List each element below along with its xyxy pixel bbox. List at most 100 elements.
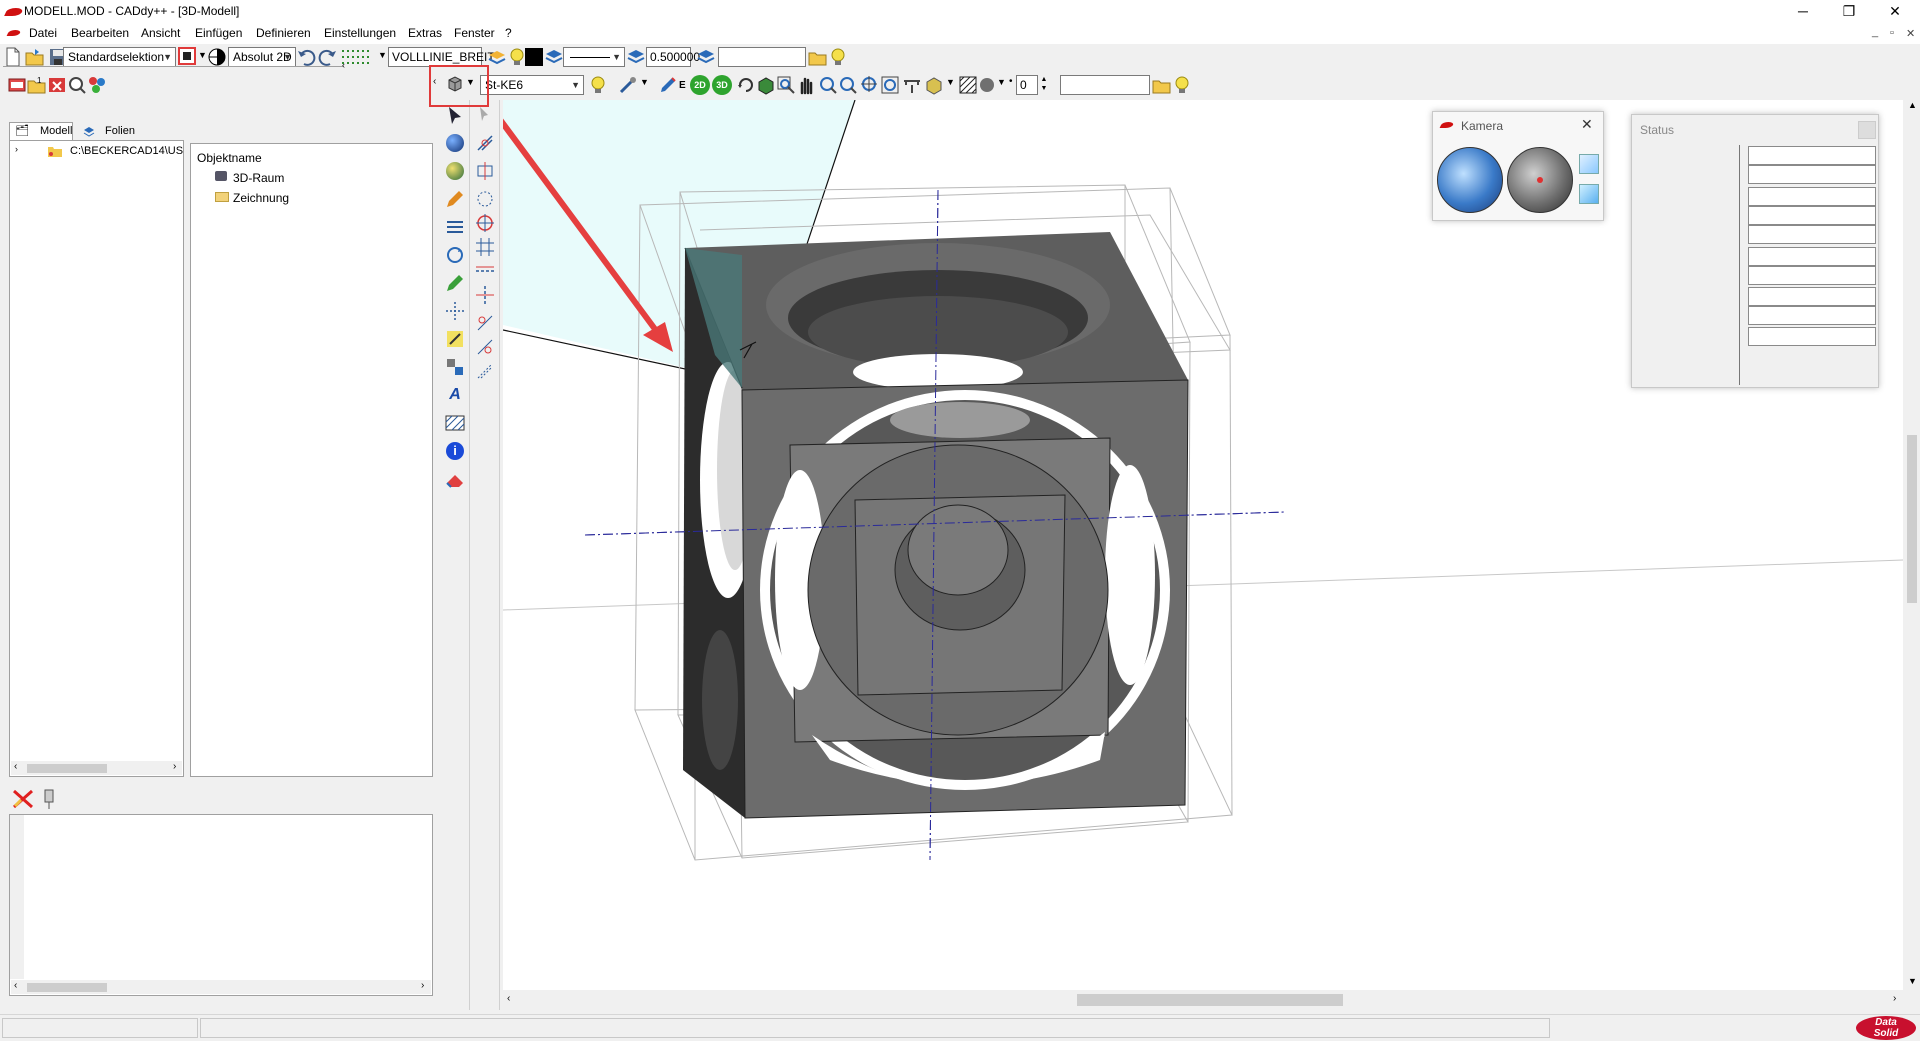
delete-x-icon[interactable] (11, 788, 35, 810)
zoom-extents-icon[interactable] (880, 75, 900, 95)
chevron-down-icon[interactable]: ▼ (997, 77, 1006, 87)
measure-icon[interactable] (902, 75, 922, 95)
folder-layers-icon[interactable] (1152, 75, 1172, 95)
object-list[interactable]: Objektname 3D-Raum Zeichnung (190, 143, 433, 777)
rectangle-tool-icon[interactable] (474, 160, 496, 182)
mdi-close-button[interactable]: ✕ (1906, 27, 1915, 40)
menu-bearbeiten[interactable]: Bearbeiten (69, 26, 131, 40)
menu-definieren[interactable]: Definieren (254, 26, 313, 40)
zoom-out-icon[interactable] (838, 75, 858, 95)
folder-layers-icon[interactable] (808, 47, 828, 67)
search-model-icon[interactable] (67, 75, 87, 95)
text-tool-icon[interactable]: A (444, 384, 466, 406)
menu-ansicht[interactable]: Ansicht (139, 26, 182, 40)
zoom-in-icon[interactable] (818, 75, 838, 95)
properties-horizontal-scrollbar[interactable]: ‹ › (11, 980, 431, 994)
crosshair-circle-icon[interactable] (474, 212, 496, 234)
list-item[interactable]: 3D-Raum (233, 171, 284, 185)
scroll-left-icon[interactable]: ‹ (507, 993, 510, 1004)
tree-root-label[interactable]: C:\BECKERCAD14\US (70, 145, 183, 157)
view-cube-icon[interactable] (756, 75, 776, 95)
mdi-restore-button[interactable]: ▫ (1890, 27, 1894, 39)
tab-folien[interactable]: Folien (81, 123, 137, 140)
horizontal-line-icon[interactable] (474, 260, 496, 282)
snap-icon[interactable] (618, 75, 638, 95)
close-icon[interactable]: ✕ (1581, 116, 1593, 133)
model-tree[interactable]: › C:\BECKERCAD14\US ‹ › (9, 140, 184, 777)
chevron-down-icon[interactable]: ▼ (640, 77, 649, 87)
status-window-button[interactable] (1858, 121, 1876, 139)
line-width-icon[interactable] (626, 47, 646, 67)
line-style-select[interactable]: ▼ (563, 47, 625, 67)
panel-splitter[interactable] (3, 66, 343, 70)
coord-mode-select[interactable]: Absolut 2D ▼ (228, 47, 296, 67)
zoom-window-icon[interactable] (776, 75, 796, 95)
scroll-thumb[interactable] (27, 983, 107, 992)
view-cube-small-icon[interactable] (1579, 154, 1599, 174)
properties-icon[interactable] (87, 75, 107, 95)
orbit-sphere-icon[interactable] (1507, 147, 1573, 213)
selection-filter-button[interactable] (178, 47, 196, 65)
scroll-right-icon[interactable]: › (1893, 993, 1896, 1004)
circle-tool-icon[interactable] (474, 188, 496, 210)
delete-model-icon[interactable] (47, 75, 67, 95)
open-folder-icon[interactable] (25, 47, 45, 67)
line-type-field[interactable]: VOLLLINIE_BREIT (388, 47, 495, 67)
material-select[interactable]: St-KE6 ▼ (480, 75, 584, 95)
close-button[interactable]: ✕ (1872, 0, 1918, 24)
hatch-pattern-icon[interactable] (958, 75, 978, 95)
scroll-thumb[interactable] (1077, 994, 1343, 1006)
fillet-tool-icon[interactable] (474, 312, 496, 334)
scroll-down-icon[interactable]: ▼ (1908, 976, 1917, 986)
viewport-horizontal-scrollbar[interactable]: ‹ › (503, 990, 1903, 1010)
scroll-thumb[interactable] (27, 764, 107, 773)
minimize-button[interactable]: ─ (1780, 0, 1826, 24)
coordinate-system-icon[interactable] (207, 47, 227, 67)
hatch-tool-icon[interactable] (444, 412, 466, 434)
bulb-icon[interactable] (507, 47, 527, 67)
chevron-right-icon[interactable]: › (15, 144, 18, 154)
scroll-left-icon[interactable]: ‹ (14, 761, 17, 772)
view-cube-small-icon[interactable] (1579, 184, 1599, 204)
shading-sphere-icon[interactable] (980, 78, 994, 92)
view-2d-icon[interactable]: 2D (690, 75, 710, 95)
parallel-line-icon[interactable] (474, 132, 496, 154)
rotate-tool-icon[interactable] (444, 244, 466, 266)
layer-blue-icon[interactable] (696, 47, 716, 67)
mdi-minimize-button[interactable]: _ (1872, 26, 1878, 38)
restore-button[interactable]: ❐ (1826, 0, 1872, 24)
list-item[interactable]: Zeichnung (233, 191, 289, 205)
pin-icon[interactable] (40, 788, 58, 810)
chevron-down-icon[interactable]: ▼ (946, 77, 955, 87)
dimension-yellow-icon[interactable] (444, 328, 466, 350)
menu-extras[interactable]: Extras (406, 26, 444, 40)
layer-blue-icon[interactable] (544, 47, 564, 67)
layer-field[interactable] (718, 47, 806, 67)
light-icon[interactable] (588, 75, 608, 95)
view-3d-icon[interactable]: 3D (712, 75, 732, 95)
select-arrow-icon[interactable] (444, 104, 466, 126)
info-icon[interactable]: i (444, 440, 466, 462)
tab-modell[interactable]: 🗂 Modell (9, 122, 73, 140)
menu-datei[interactable]: Datei (27, 26, 59, 40)
attribute-tool-icon[interactable] (444, 356, 466, 378)
menu-einstellungen[interactable]: Einstellungen (322, 26, 398, 40)
folder-icon[interactable]: 1 (27, 75, 47, 95)
orbit-globe-icon[interactable] (1437, 147, 1503, 213)
eraser-icon[interactable] (444, 468, 466, 490)
modify-tool-icon[interactable] (444, 216, 466, 238)
menu-help[interactable]: ? (503, 26, 514, 40)
chamfer-tool-icon[interactable] (474, 336, 496, 358)
bulb-icon[interactable] (828, 47, 848, 67)
chevron-down-icon[interactable]: ▼ (378, 50, 387, 60)
scroll-right-icon[interactable]: › (421, 980, 424, 991)
edit-e-icon[interactable]: E (679, 80, 686, 91)
green-pencil-icon[interactable] (444, 272, 466, 294)
diagonal-line-icon[interactable] (474, 360, 496, 382)
line-width-field[interactable]: 0.500000 (646, 47, 700, 67)
bulb-icon[interactable] (1172, 75, 1192, 95)
cursor-small-icon[interactable] (474, 104, 496, 126)
spinner-down-icon[interactable]: ▼ (1038, 84, 1050, 93)
grid-icon[interactable] (340, 47, 376, 67)
new-file-icon[interactable] (3, 47, 23, 67)
